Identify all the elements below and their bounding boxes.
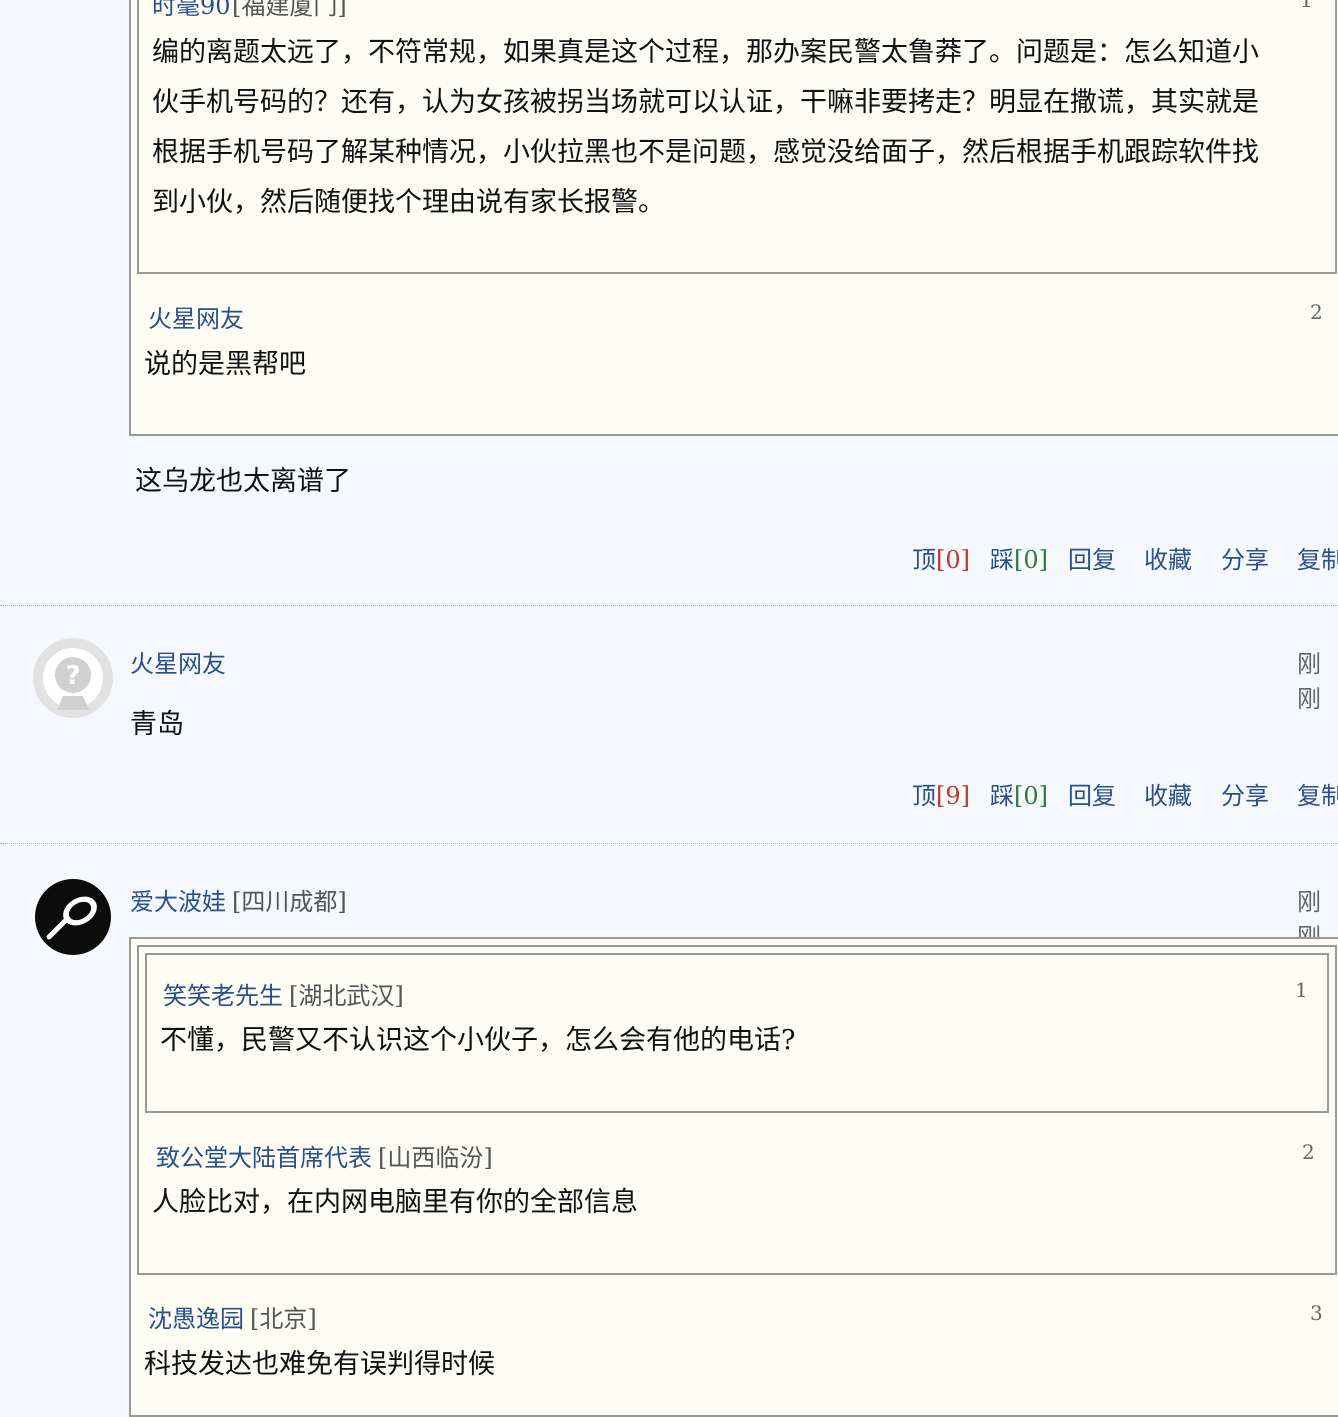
user-avatar-icon bbox=[35, 879, 111, 955]
favorite-button[interactable]: 收藏 bbox=[1144, 540, 1192, 575]
quote-floor-number: 2 bbox=[1302, 1140, 1315, 1164]
share-button[interactable]: 分享 bbox=[1221, 540, 1269, 575]
quote-user-link[interactable]: 致公堂大陆首席代表 bbox=[156, 1138, 372, 1173]
post-divider bbox=[0, 843, 1338, 844]
quote-user-link[interactable]: 笑笑老先生 bbox=[163, 976, 283, 1011]
post-divider bbox=[0, 605, 1338, 606]
reply-button[interactable]: 回复 bbox=[1068, 540, 1116, 575]
post-user-link[interactable]: 爱大波娃 bbox=[130, 882, 226, 917]
quote-user-location: [湖北武汉] bbox=[289, 982, 404, 1010]
quote-body-text: 科技发达也难免有误判得时候 bbox=[144, 1349, 495, 1380]
quote-user-link[interactable]: 火星网友 bbox=[148, 299, 244, 334]
quote-body-text: 不懂，民警又不认识这个小伙子，怎么会有他的电话? bbox=[160, 1025, 796, 1056]
reply-button[interactable]: 回复 bbox=[1068, 776, 1116, 811]
favorite-button[interactable]: 收藏 bbox=[1144, 776, 1192, 811]
quote-user-link[interactable]: 沈愚逸园 bbox=[148, 1299, 244, 1334]
quote-line: 编的离题太远了，不符常规，如果真是这个过程，那办案民警太鲁莽了。问题是：怎么知道… bbox=[152, 37, 1259, 68]
quote-line: 伙手机号码的？还有，认为女孩被拐当场就可以认证，干嘛非要拷走？明显在撒谎，其实就… bbox=[152, 87, 1259, 118]
share-button[interactable]: 分享 bbox=[1221, 776, 1269, 811]
quote-floor-number: 1 bbox=[1300, 0, 1313, 12]
quote-line: 根据手机号码了解某种情况，小伙拉黑也不是问题，感觉没给面子，然后根据手机跟踪软件… bbox=[152, 137, 1259, 168]
quote-line: 到小伙，然后随便找个理由说有家长报警。 bbox=[152, 187, 665, 218]
quote-floor-number: 2 bbox=[1310, 300, 1323, 324]
avatar[interactable]: ? bbox=[33, 638, 113, 718]
default-avatar-icon: ? bbox=[33, 638, 113, 718]
copy-button[interactable]: 复制 bbox=[1297, 540, 1338, 575]
avatar[interactable] bbox=[35, 879, 111, 955]
quote-user-location: [山西临汾] bbox=[378, 1144, 493, 1172]
post-user-link[interactable]: 火星网友 bbox=[130, 644, 226, 679]
quote-user-location: [福建厦门] bbox=[232, 0, 347, 20]
downvote-button[interactable]: 踩[0] bbox=[990, 540, 1048, 575]
quote-floor-number: 3 bbox=[1310, 1301, 1323, 1325]
post-user-location: [四川成都] bbox=[232, 888, 347, 916]
post-content: 青岛 bbox=[130, 709, 184, 740]
post-content: 这乌龙也太离谱了 bbox=[135, 466, 351, 497]
quote-floor-number: 1 bbox=[1295, 978, 1308, 1002]
upvote-button[interactable]: 顶[9] bbox=[912, 776, 970, 811]
downvote-button[interactable]: 踩[0] bbox=[990, 776, 1048, 811]
post-time: 刚刚 bbox=[1297, 650, 1321, 713]
quote-body-text: 编的离题太远了，不符常规，如果真是这个过程，那办案民警太鲁莽了。问题是：怎么知道… bbox=[152, 28, 1312, 228]
upvote-button[interactable]: 顶[0] bbox=[912, 540, 970, 575]
svg-text:?: ? bbox=[65, 661, 80, 691]
quote-body-text: 人脸比对，在内网电脑里有你的全部信息 bbox=[152, 1187, 638, 1218]
copy-button[interactable]: 复制 bbox=[1297, 776, 1338, 811]
quote-user-link[interactable]: 时毫90 bbox=[152, 0, 231, 21]
quote-user-location: [北京] bbox=[250, 1305, 317, 1333]
quote-body-text: 说的是黑帮吧 bbox=[144, 349, 306, 380]
